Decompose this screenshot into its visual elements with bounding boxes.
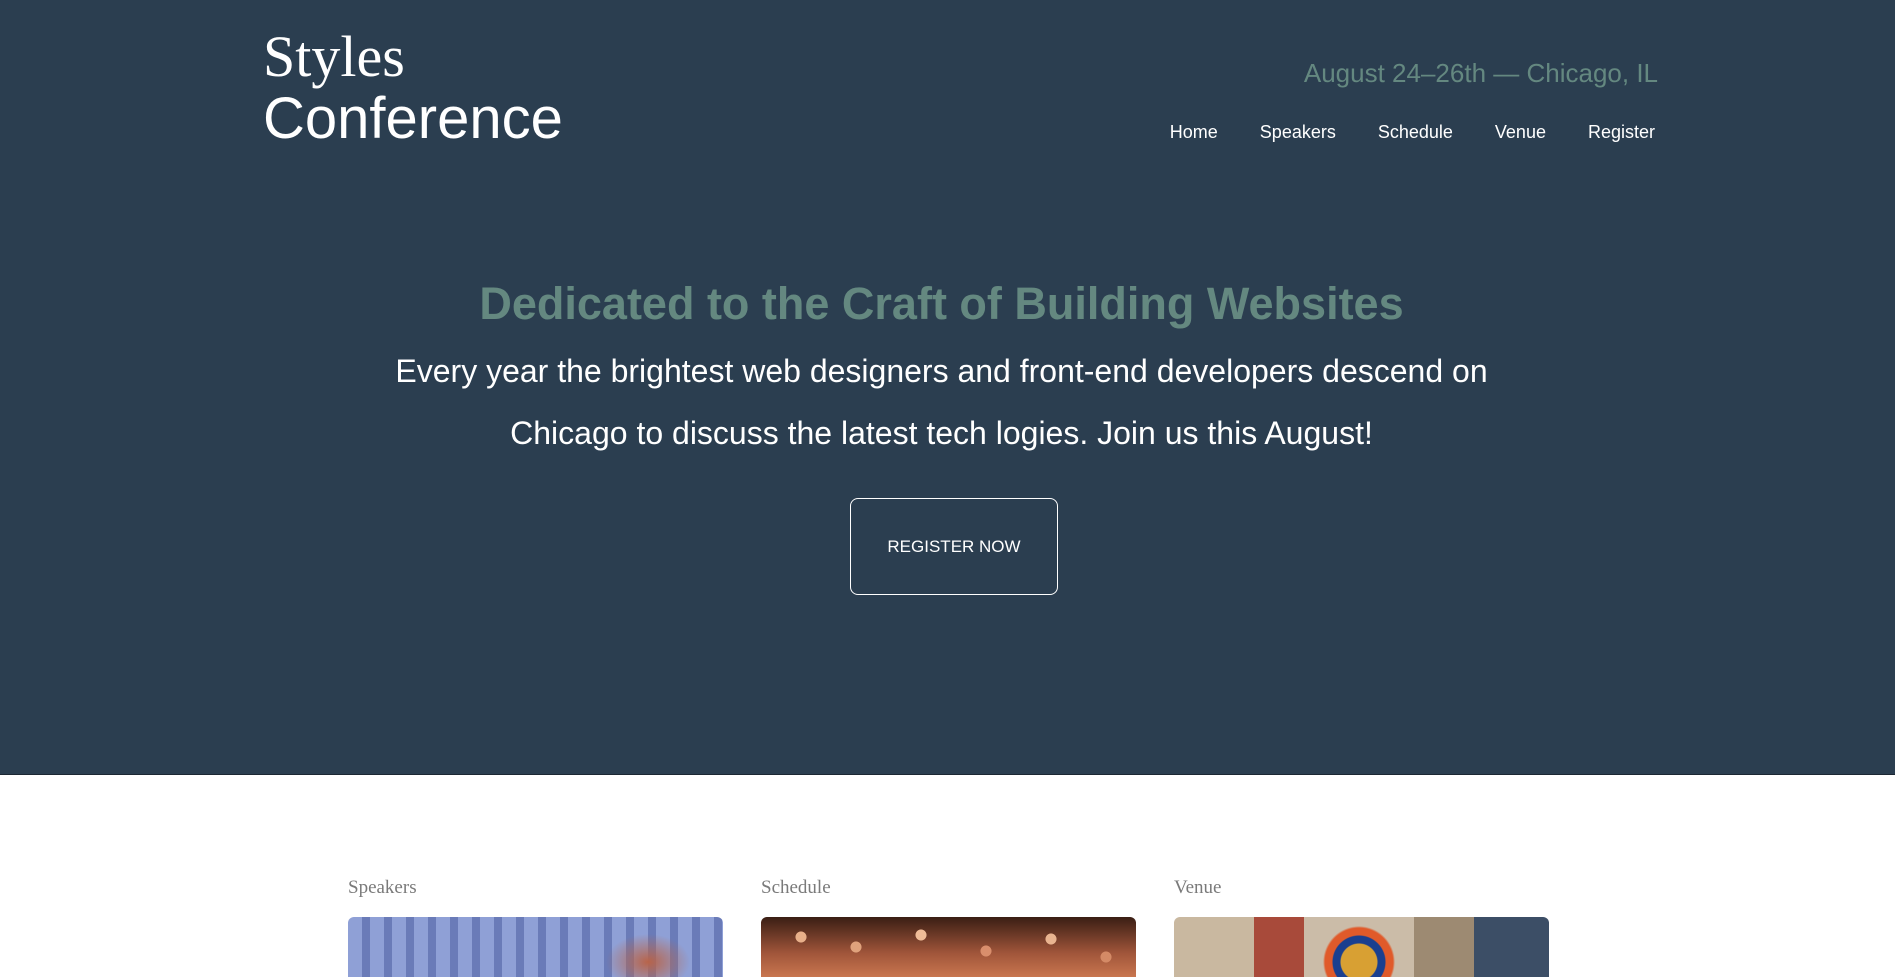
teaser-card-speakers[interactable]: Speakers — [348, 877, 723, 977]
hero-section: Styles Conference August 24–26th — Chica… — [0, 0, 1895, 775]
logo-line-conference: Conference — [263, 86, 563, 151]
teaser-card-venue[interactable]: Venue — [1174, 877, 1549, 977]
main-nav: Home Speakers Schedule Venue Register — [1170, 122, 1655, 143]
teaser-label: Schedule — [761, 877, 831, 898]
speaker-on-stage-image[interactable] — [348, 917, 723, 977]
chicago-theatre-image[interactable] — [1174, 917, 1549, 977]
nav-item-home[interactable]: Home — [1170, 122, 1218, 143]
audience-image[interactable] — [761, 917, 1136, 977]
logo-line-styles: Styles — [263, 24, 405, 89]
teaser-label: Speakers — [348, 877, 417, 898]
nav-item-register[interactable]: Register — [1588, 122, 1655, 143]
nav-item-schedule[interactable]: Schedule — [1378, 122, 1453, 143]
site-logo[interactable]: Styles Conference — [263, 26, 563, 150]
hero-title: Dedicated to the Craft of Building Websi… — [479, 278, 1404, 329]
teaser-card-schedule[interactable]: Schedule — [761, 877, 1136, 977]
hero-description: Every year the brightest web designers a… — [395, 353, 1488, 451]
teaser-label: Venue — [1174, 877, 1222, 898]
nav-item-speakers[interactable]: Speakers — [1260, 122, 1336, 143]
event-date-location: August 24–26th — Chicago, IL — [1303, 58, 1658, 88]
nav-item-venue[interactable]: Venue — [1495, 122, 1546, 143]
teaser-sections: Speakers Schedule Venue — [348, 877, 1549, 977]
register-now-button[interactable]: Register Now — [850, 498, 1058, 595]
